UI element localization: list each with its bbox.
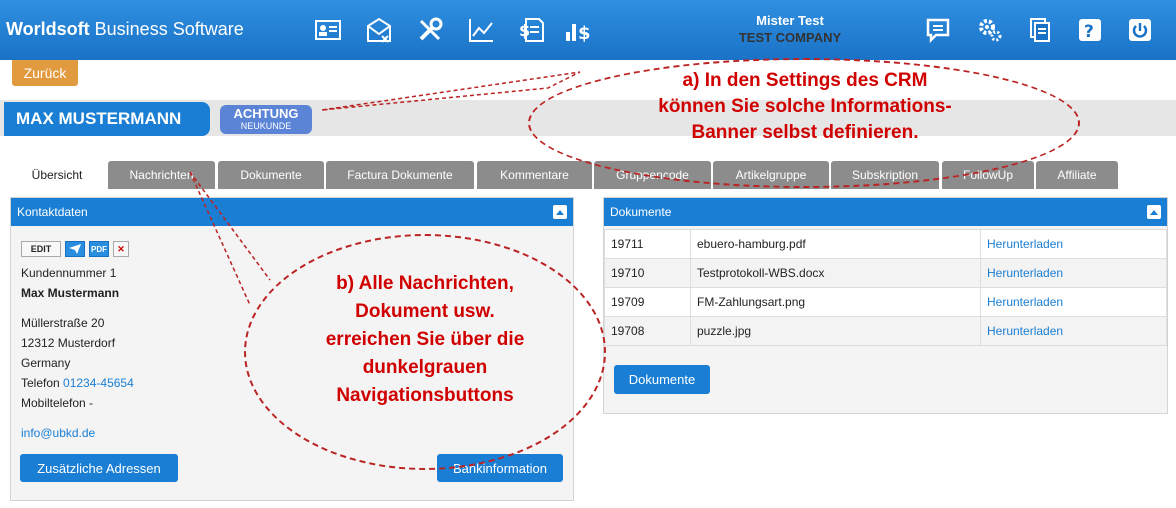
edit-button[interactable]: EDIT bbox=[21, 241, 61, 257]
finance-icon[interactable]: $ bbox=[563, 14, 595, 46]
doc-id: 19708 bbox=[604, 316, 691, 346]
documents-panel: Dokumente 19711 ebuero-hamburg.pdf Herun… bbox=[603, 197, 1168, 414]
contact-panel-title: Kontaktdaten bbox=[17, 205, 88, 219]
brand-bold: Worldsoft bbox=[6, 19, 90, 39]
table-row: 19711 ebuero-hamburg.pdf Herunterladen bbox=[604, 229, 1167, 259]
download-link[interactable]: Herunterladen bbox=[980, 258, 1167, 288]
callout-b-line: erreichen Sie über die bbox=[325, 329, 525, 350]
pdf-button[interactable]: PDF bbox=[89, 241, 109, 257]
documents-panel-header: Dokumente bbox=[604, 198, 1167, 226]
callout-b-line: dunkelgrauen bbox=[362, 357, 488, 378]
doc-id: 19710 bbox=[604, 258, 691, 288]
phone-link[interactable]: 01234-45654 bbox=[63, 376, 134, 390]
tab-nachrichten[interactable]: Nachrichten bbox=[108, 161, 215, 189]
svg-text:$: $ bbox=[519, 21, 530, 40]
send-icon[interactable] bbox=[65, 241, 85, 257]
doc-file: Testprotokoll-WBS.docx bbox=[690, 258, 981, 288]
email-link[interactable]: info@ubkd.de bbox=[21, 426, 95, 440]
phone-label: Telefon bbox=[21, 376, 64, 390]
documents-panel-title: Dokumente bbox=[610, 205, 672, 219]
tab-kommentare[interactable]: Kommentare bbox=[477, 161, 592, 189]
brand-rest: Business Software bbox=[89, 19, 244, 39]
callout-a-line: können Sie solche Informations- bbox=[658, 96, 952, 117]
contact-panel-header: Kontaktdaten bbox=[11, 198, 573, 226]
tab-dokumente[interactable]: Dokumente bbox=[218, 161, 324, 189]
back-button[interactable]: Zurück bbox=[12, 60, 78, 86]
gears-icon[interactable] bbox=[974, 14, 1006, 46]
tab-affiliate[interactable]: Affiliate bbox=[1036, 161, 1118, 189]
phone-row: Telefon 01234-45654 bbox=[21, 376, 134, 390]
help-icon[interactable]: ? bbox=[1074, 14, 1106, 46]
app-brand[interactable]: Worldsoft Business Software bbox=[6, 19, 244, 40]
callout-b-text: b) Alle Nachrichten, Dokument usw. errei… bbox=[260, 270, 590, 410]
collapse-icon[interactable] bbox=[1147, 205, 1161, 219]
doc-file: FM-Zahlungsart.png bbox=[690, 287, 981, 317]
download-link[interactable]: Herunterladen bbox=[980, 229, 1167, 259]
doc-id: 19711 bbox=[604, 229, 691, 259]
delete-button[interactable]: ✕ bbox=[113, 241, 129, 257]
documents-table: 19711 ebuero-hamburg.pdf Herunterladen 1… bbox=[604, 229, 1167, 346]
callout-b-line: b) Alle Nachrichten, bbox=[336, 273, 514, 294]
power-icon[interactable] bbox=[1124, 14, 1156, 46]
chat-icon[interactable] bbox=[922, 14, 954, 46]
street: Müllerstraße 20 bbox=[21, 316, 105, 330]
callout-a-text: a) In den Settings des CRM können Sie so… bbox=[560, 68, 1050, 146]
company-name: TEST COMPANY bbox=[738, 30, 842, 45]
country: Germany bbox=[21, 356, 71, 370]
callout-a-line: a) In den Settings des CRM bbox=[682, 70, 928, 91]
table-row: 19709 FM-Zahlungsart.png Herunterladen bbox=[604, 287, 1167, 317]
extra-addresses-button[interactable]: Zusätzliche Adressen bbox=[20, 454, 178, 482]
contact-actions: EDIT PDF ✕ bbox=[21, 241, 129, 257]
table-row: 19710 Testprotokoll-WBS.docx Herunterlad… bbox=[604, 258, 1167, 288]
current-user[interactable]: Mister Test TEST COMPANY bbox=[700, 12, 880, 46]
documents-icon[interactable] bbox=[1024, 14, 1056, 46]
callout-b-line: Navigationsbuttons bbox=[336, 385, 514, 406]
collapse-icon[interactable] bbox=[553, 205, 567, 219]
customer-number: Kundennummer 1 bbox=[21, 266, 117, 280]
tab-factura-dokumente[interactable]: Factura Dokumente bbox=[326, 161, 474, 189]
customer-name: MAX MUSTERMANN bbox=[4, 102, 210, 136]
documents-button[interactable]: Dokumente bbox=[614, 365, 710, 394]
tools-icon[interactable] bbox=[414, 14, 446, 46]
callout-b-line: Dokument usw. bbox=[355, 301, 495, 322]
city: 12312 Musterdorf bbox=[21, 336, 116, 350]
chart-icon[interactable] bbox=[465, 14, 497, 46]
mobile: Mobiltelefon - bbox=[21, 396, 94, 410]
top-bar: Worldsoft Business Software $ $ Mister T… bbox=[0, 0, 1176, 60]
user-name: Mister Test bbox=[756, 13, 824, 28]
mail-icon[interactable] bbox=[363, 14, 395, 46]
download-link[interactable]: Herunterladen bbox=[980, 316, 1167, 346]
badge-subtitle: NEUKUNDE bbox=[240, 121, 292, 131]
doc-id: 19709 bbox=[604, 287, 691, 317]
tab-uebersicht[interactable]: Übersicht bbox=[8, 161, 106, 189]
doc-file: ebuero-hamburg.pdf bbox=[690, 229, 981, 259]
invoice-icon[interactable]: $ bbox=[515, 14, 547, 46]
doc-file: puzzle.jpg bbox=[690, 316, 981, 346]
callout-a-line: Banner selbst definieren. bbox=[691, 122, 919, 143]
contact-card-icon[interactable] bbox=[312, 14, 344, 46]
table-row: 19708 puzzle.jpg Herunterladen bbox=[604, 316, 1167, 346]
download-link[interactable]: Herunterladen bbox=[980, 287, 1167, 317]
info-banner-badge: ACHTUNG NEUKUNDE bbox=[220, 105, 312, 134]
svg-text:$: $ bbox=[578, 23, 591, 44]
badge-title: ACHTUNG bbox=[233, 106, 299, 121]
contact-name: Max Mustermann bbox=[21, 286, 120, 300]
svg-text:?: ? bbox=[1084, 22, 1094, 42]
